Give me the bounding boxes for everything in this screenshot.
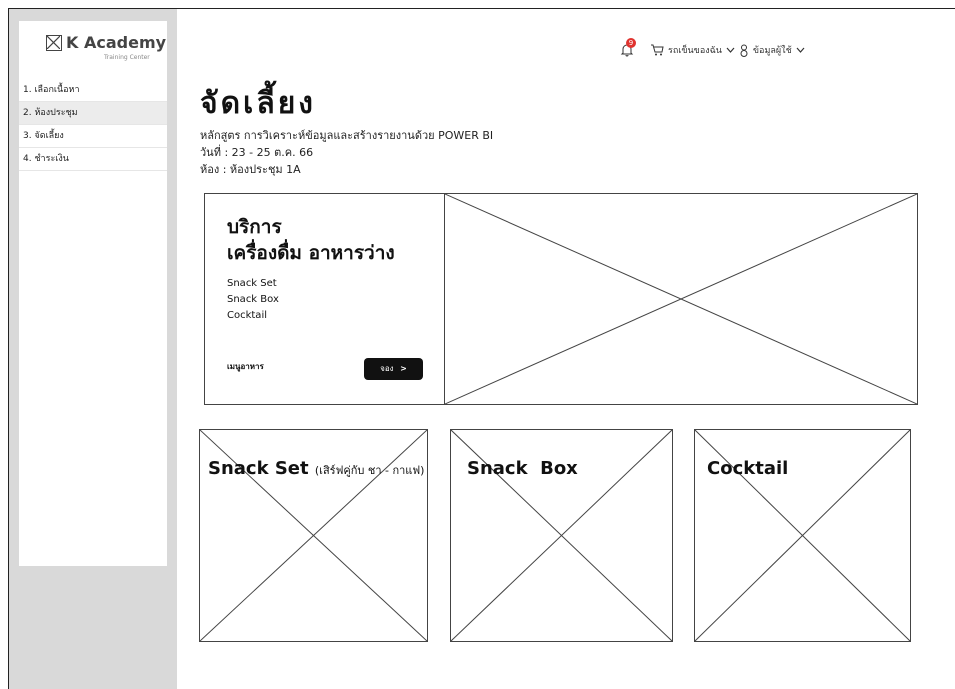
banner-title-line2: เครื่องดื่ม อาหารว่าง	[227, 242, 395, 264]
cocktail-card[interactable]: Cocktail	[694, 429, 911, 642]
logo-subtitle: Training Center	[104, 54, 150, 61]
notification-button[interactable]: 9	[620, 38, 636, 57]
logo[interactable]: K Academy Training Center	[19, 33, 167, 81]
sidebar-panel: K Academy Training Center 1. เลือกเนื้อห…	[19, 21, 167, 566]
cart-label[interactable]: รถเข็นของฉัน	[668, 43, 722, 57]
logo-icon	[46, 35, 62, 51]
sidebar-item-meeting-room[interactable]: 2. ห้องประชุม	[19, 102, 167, 125]
course-info: หลักสูตร การวิเคราะห์ข้อมูลและสร้างรายงา…	[200, 129, 494, 142]
chevron-right-icon: >	[400, 364, 407, 373]
notification-badge: 9	[626, 38, 636, 48]
chevron-down-icon[interactable]	[726, 47, 735, 53]
top-strip	[0, 0, 955, 8]
banner-image-placeholder	[445, 194, 917, 404]
sidebar: K Academy Training Center 1. เลือกเนื้อห…	[9, 9, 177, 689]
logo-title: K Academy	[66, 33, 167, 52]
banner-text-panel: บริการ เครื่องดื่ม อาหารว่าง Snack Set S…	[205, 194, 445, 404]
user-icon[interactable]	[739, 44, 749, 57]
topbar: 9 รถเข็นของฉัน ข้อมูลผู้ใช้	[620, 38, 805, 60]
sidebar-item-payment[interactable]: 4. ชำระเงิน	[19, 148, 167, 171]
book-button-label: จอง	[380, 364, 394, 373]
banner-item: Snack Set	[227, 278, 277, 289]
snack-set-card[interactable]: Snack Set (เสิร์ฟคู่กับ ชา - กาแฟ)	[199, 429, 428, 642]
card-title-text: Cocktail	[707, 458, 789, 479]
banner-item: Snack Box	[227, 294, 279, 305]
banner-item: Cocktail	[227, 310, 267, 321]
date-info: วันที่ : 23 - 25 ต.ค. 66	[200, 146, 314, 159]
card-title: Snack Box	[467, 458, 578, 479]
card-title-text: Snack Box	[467, 458, 578, 479]
sidebar-item-content[interactable]: 1. เลือกเนื้อหา	[19, 79, 167, 102]
page-title: จัดเลี้ยง	[200, 86, 316, 121]
banner-item-list: Snack Set Snack Box Cocktail	[227, 276, 279, 324]
banner-title-line1: บริการ	[227, 216, 282, 238]
card-title: Snack Set (เสิร์ฟคู่กับ ชา - กาแฟ)	[208, 458, 424, 479]
food-menu-link[interactable]: เมนูอาหาร	[227, 360, 264, 373]
sidebar-menu: 1. เลือกเนื้อหา 2. ห้องประชุม 3. จัดเลี้…	[19, 79, 167, 171]
sidebar-item-catering[interactable]: 3. จัดเลี้ยง	[19, 125, 167, 148]
banner-title: บริการ เครื่องดื่ม อาหารว่าง	[227, 214, 395, 266]
book-button[interactable]: จอง >	[364, 358, 423, 380]
catering-banner: บริการ เครื่องดื่ม อาหารว่าง Snack Set S…	[204, 193, 918, 405]
snack-box-card[interactable]: Snack Box	[450, 429, 673, 642]
card-subtitle: (เสิร์ฟคู่กับ ชา - กาแฟ)	[314, 464, 425, 477]
room-info: ห้อง : ห้องประชุม 1A	[200, 163, 301, 176]
card-title-text: Snack Set	[208, 458, 309, 479]
cart-icon[interactable]	[650, 44, 664, 56]
profile-label[interactable]: ข้อมูลผู้ใช้	[753, 43, 792, 57]
card-title: Cocktail	[707, 458, 788, 479]
chevron-down-icon[interactable]	[796, 47, 805, 53]
